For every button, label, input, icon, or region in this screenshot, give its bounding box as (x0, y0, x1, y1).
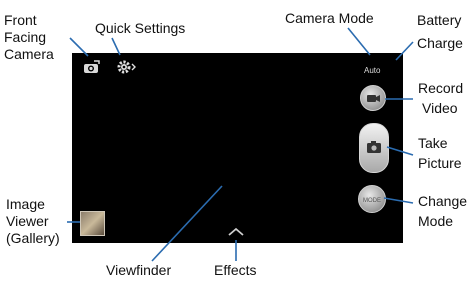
leader-battery (395, 41, 414, 61)
leader-quick-settings (111, 37, 121, 56)
leader-change-mode (383, 197, 414, 204)
leader-camera-mode (347, 27, 371, 56)
callout-lines (67, 27, 414, 262)
leader-viewfinder (151, 185, 223, 262)
leader-front-camera (69, 37, 89, 57)
leader-take-picture (386, 146, 414, 156)
